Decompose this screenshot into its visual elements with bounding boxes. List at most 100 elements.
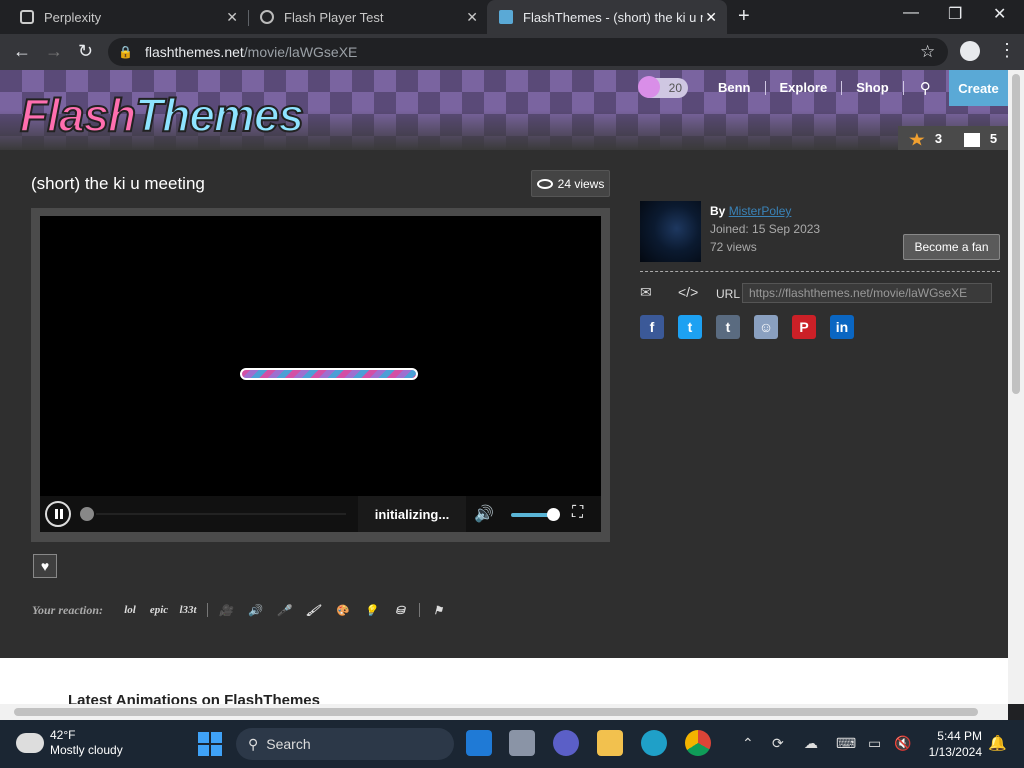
- clock[interactable]: 5:44 PM 1/13/2024: [920, 728, 982, 760]
- site-logo[interactable]: FlashThemes: [19, 88, 305, 142]
- restore-icon[interactable]: ❐: [948, 4, 962, 24]
- palette-icon[interactable]: 🎨: [330, 598, 354, 622]
- reaction-l33t[interactable]: l33t: [176, 598, 200, 622]
- coin-count: 20: [668, 81, 682, 95]
- tab-flash-player-test[interactable]: Flash Player Test ✕: [248, 0, 488, 34]
- stamp-icon[interactable]: ⛁: [388, 598, 412, 622]
- nav-user[interactable]: Benn: [704, 81, 766, 95]
- views-count: 24 views: [557, 176, 605, 191]
- movie-title: (short) the ki u meeting: [31, 174, 205, 193]
- seek-track[interactable]: [96, 513, 346, 515]
- create-button[interactable]: Create: [949, 70, 1008, 106]
- reddit-icon[interactable]: ☺: [754, 315, 778, 339]
- pinterest-icon[interactable]: P: [792, 315, 816, 339]
- divider: [640, 271, 1000, 272]
- share-url-field[interactable]: https://flashthemes.net/movie/laWGseXE: [742, 283, 992, 303]
- profile-icon[interactable]: [960, 41, 980, 61]
- sound-muted-icon[interactable]: 🔇: [894, 735, 911, 752]
- teams-icon[interactable]: [553, 730, 579, 756]
- fullscreen-icon[interactable]: ⛶: [572, 504, 583, 522]
- edge-icon[interactable]: [641, 730, 667, 756]
- vertical-scrollbar[interactable]: [1008, 70, 1024, 704]
- favorite-heart-button[interactable]: ♥: [33, 554, 57, 578]
- author-joined: Joined: 15 Sep 2023: [710, 222, 821, 236]
- flag-icon[interactable]: ⚑: [426, 598, 450, 622]
- tray-chevron-icon[interactable]: ⌃: [742, 735, 754, 752]
- horizontal-scrollbar[interactable]: [0, 704, 1008, 720]
- linkedin-icon[interactable]: in: [830, 315, 854, 339]
- nav-shop[interactable]: Shop: [842, 81, 904, 95]
- twitter-icon[interactable]: t: [678, 315, 702, 339]
- messages-counter[interactable]: 5: [963, 131, 997, 147]
- envelope-icon: [963, 132, 980, 147]
- chrome-icon[interactable]: [685, 730, 711, 756]
- vertical-scroll-thumb[interactable]: [1012, 74, 1020, 394]
- author-name[interactable]: MisterPoley: [729, 204, 792, 218]
- reaction-label: Your reaction:: [32, 603, 104, 617]
- temperature: 42°F: [50, 728, 76, 742]
- search-icon[interactable]: ⚲: [904, 79, 955, 97]
- sync-icon[interactable]: ⟳: [772, 735, 784, 752]
- speaker-icon[interactable]: 🔊: [243, 598, 267, 622]
- url-label: URL: [716, 287, 741, 301]
- embed-code-icon[interactable]: </>: [678, 284, 698, 300]
- reaction-divider: [419, 603, 420, 617]
- close-tab-icon[interactable]: ✕: [226, 9, 238, 26]
- author-byline: By MisterPoley: [710, 204, 791, 218]
- tab-title: FlashThemes - (short) the ki u meeting: [523, 9, 703, 25]
- become-fan-button[interactable]: Become a fan: [903, 234, 1000, 260]
- email-icon[interactable]: ✉: [640, 284, 652, 301]
- brush-icon[interactable]: 🖌: [301, 598, 325, 622]
- flashthemes-favicon-icon: [499, 10, 513, 24]
- microphone-icon[interactable]: 🎤: [272, 598, 296, 622]
- player-controls: initializing... 🔊 ⛶: [40, 496, 601, 532]
- video-player: initializing... 🔊 ⛶: [31, 208, 610, 542]
- start-windows-icon[interactable]: [198, 732, 222, 756]
- nav-explore[interactable]: Explore: [766, 81, 843, 95]
- cloud-offline-icon[interactable]: ☁: [804, 735, 818, 752]
- forward-icon[interactable]: →: [45, 41, 63, 62]
- new-tab-icon[interactable]: +: [738, 5, 750, 28]
- views-badge: 24 views: [531, 170, 610, 197]
- reaction-lol[interactable]: lol: [118, 598, 142, 622]
- by-label: By: [710, 204, 726, 218]
- tumblr-icon[interactable]: t: [716, 315, 740, 339]
- address-bar[interactable]: 🔒 flashthemes.net/movie/laWGseXE: [108, 38, 948, 66]
- camera-icon[interactable]: 🎥: [214, 598, 238, 622]
- seek-handle[interactable]: [80, 507, 94, 521]
- time: 5:44 PM: [937, 729, 982, 743]
- taskbar-search[interactable]: ⚲ Search: [236, 728, 454, 760]
- close-tab-icon[interactable]: ✕: [705, 9, 717, 26]
- reload-icon[interactable]: ↻: [78, 41, 93, 62]
- close-tab-icon[interactable]: ✕: [466, 9, 478, 26]
- close-window-icon[interactable]: ✕: [993, 4, 1006, 24]
- display-icon[interactable]: ▭: [868, 735, 881, 752]
- reaction-epic[interactable]: epic: [147, 598, 171, 622]
- keyboard-icon[interactable]: ⌨: [836, 735, 856, 752]
- back-icon[interactable]: ←: [13, 41, 31, 62]
- eye-icon: [536, 178, 553, 189]
- minimize-icon[interactable]: —: [903, 4, 919, 22]
- coin-balance[interactable]: 20: [638, 76, 688, 98]
- logo-part2: Themes: [134, 88, 305, 142]
- facebook-icon[interactable]: f: [640, 315, 664, 339]
- horizontal-scroll-thumb[interactable]: [14, 708, 978, 716]
- logo-part1: Flash: [19, 88, 137, 142]
- tab-perplexity[interactable]: Perplexity ✕: [8, 0, 249, 34]
- player-screen[interactable]: [40, 216, 601, 504]
- bookmark-star-icon[interactable]: ☆: [920, 42, 935, 62]
- edge-beta-icon[interactable]: [466, 730, 492, 756]
- author-avatar[interactable]: [640, 201, 701, 262]
- cloud-icon: [14, 727, 44, 753]
- badges-counter[interactable]: 3: [909, 131, 942, 147]
- pause-button[interactable]: [45, 501, 71, 527]
- file-explorer-icon[interactable]: [597, 730, 623, 756]
- browser-menu-icon[interactable]: ⋮: [998, 40, 1016, 61]
- lightbulb-icon[interactable]: 💡: [359, 598, 383, 622]
- notification-bell-icon[interactable]: 🔔: [988, 734, 1007, 752]
- weather-widget[interactable]: 42°F Mostly cloudy: [14, 727, 123, 758]
- volume-icon[interactable]: 🔊: [474, 504, 494, 524]
- tab-flashthemes[interactable]: FlashThemes - (short) the ki u meeting ✕: [487, 0, 727, 34]
- task-view-icon[interactable]: [509, 730, 535, 756]
- volume-handle[interactable]: [547, 508, 560, 521]
